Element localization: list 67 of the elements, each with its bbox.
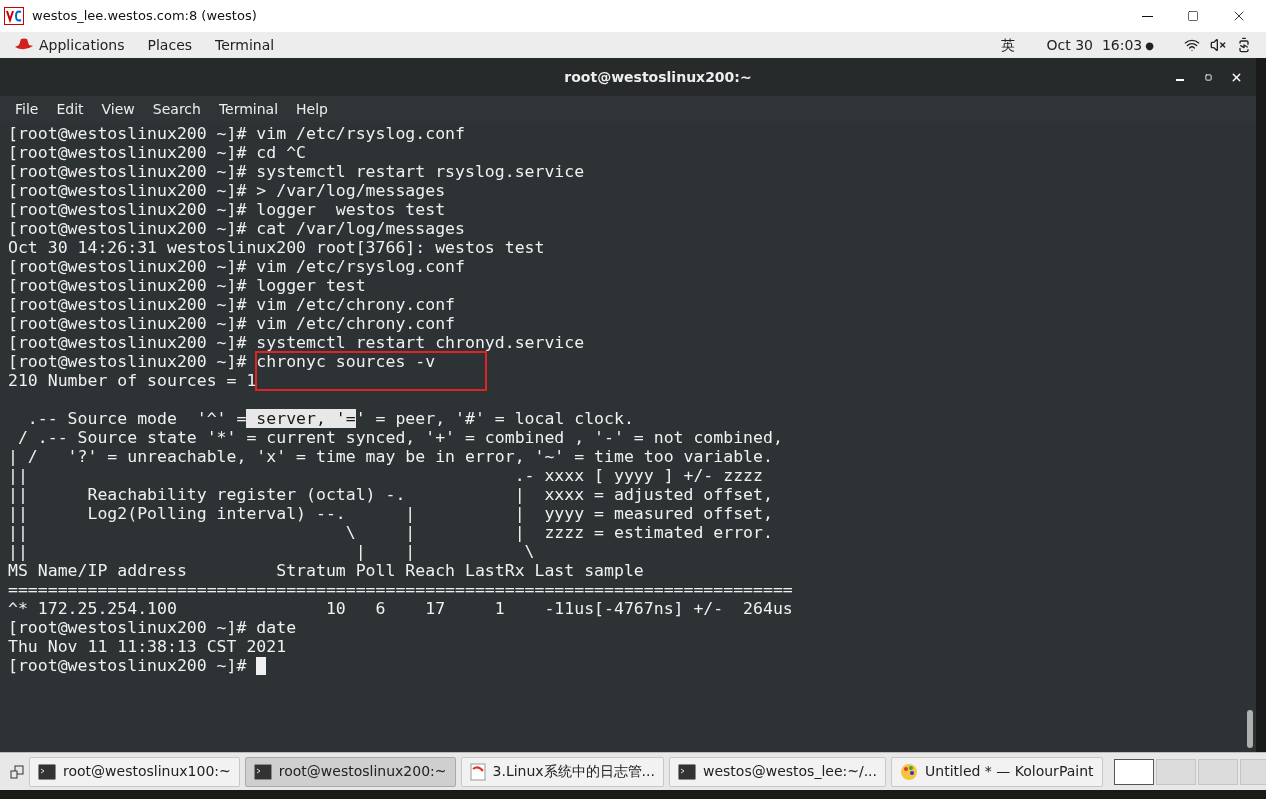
terminal-line: || Log2(Polling interval) --. | | yyyy = measured offset, <box>8 504 773 523</box>
scrollbar-thumb[interactable] <box>1247 710 1253 748</box>
top-bar-menu[interactable]: Places <box>147 34 193 56</box>
terminal-title: root@westoslinux200:~ <box>564 67 752 87</box>
terminal-line: [root@westoslinux200 ~]# date <box>8 618 297 637</box>
terminal-line: [root@westoslinux200 ~]# logger westos test <box>8 200 446 219</box>
terminal-line: || \ | | zzzz = estimated error. <box>8 523 773 542</box>
terminal-line: | / '?' = unreachable, 'x' = time may be in error, '~' = time too variable. <box>8 447 773 466</box>
terminal-line: Thu Nov 11 11:38:13 CST 2021 <box>8 637 287 656</box>
terminal-icon <box>38 763 56 780</box>
terminal-menu[interactable]: File <box>6 98 48 120</box>
terminal-icon <box>677 763 696 780</box>
taskbar-button[interactable]: westos@westos_lee:~/... <box>668 756 886 787</box>
hat-icon <box>14 38 34 52</box>
window-title: westos_lee.westos.com:8 (westos) <box>32 7 257 26</box>
taskbar-button[interactable]: root@westoslinux100:~ <box>29 756 240 787</box>
terminal-menu[interactable]: View <box>92 98 144 120</box>
taskbar-button[interactable]: Untitled * — KolourPaint <box>891 756 1103 787</box>
workspace-switcher[interactable] <box>1155 758 1196 785</box>
terminal-line: [root@westoslinux200 ~]# systemctl restart rsyslog.service <box>8 162 585 181</box>
terminal-line: [root@westoslinux200 ~]# cat /var/log/messages <box>8 219 465 238</box>
maximize-icon <box>1204 73 1212 81</box>
clock[interactable]: Oct 30 16:03 <box>1046 34 1143 56</box>
terminal-line: Oct 30 14:26:31 westoslinux200 root[3766]: westos test <box>8 238 545 257</box>
terminal-line: MS Name/IP address Stratum Poll Reach LastRx Last sample <box>8 561 644 580</box>
palette-icon <box>900 762 918 781</box>
minimize-icon <box>1176 79 1184 81</box>
terminal-line: / .-- Source state '*' = current synced, '+' = combined , '-' = not combined, <box>16 428 783 447</box>
input-method-indicator[interactable]: 英 <box>1000 34 1015 56</box>
taskbar-button[interactable]: root@westoslinux200:~ <box>244 756 456 787</box>
terminal-menu[interactable]: Edit <box>47 98 93 120</box>
terminal-line: || | | \ <box>8 542 535 561</box>
terminal-line: [root@westoslinux200 ~]# systemctl restart chronyd.service <box>8 333 585 352</box>
document-icon <box>469 762 486 781</box>
wifi-icon[interactable] <box>1184 37 1200 53</box>
app-icon <box>4 7 24 25</box>
top-bar-menu[interactable]: Applications <box>39 34 125 56</box>
workspace-switcher[interactable] <box>1113 758 1154 785</box>
notification-dot: ● <box>1145 38 1154 53</box>
workspace-switcher[interactable] <box>1197 758 1238 785</box>
terminal-line: [root@westoslinux200 ~]# vim /etc/chrony.conf <box>8 314 456 333</box>
terminal-menu[interactable]: Terminal <box>209 98 288 120</box>
terminal-line: [root@westoslinux200 ~]# <box>8 656 248 675</box>
terminal-menu[interactable]: Help <box>287 98 337 120</box>
terminal-line: [root@westoslinux200 ~]# cd ^C <box>8 143 306 162</box>
terminal-menu[interactable]: Search <box>143 98 210 120</box>
terminal-line: [root@westoslinux200 ~]# vim /etc/rsyslog.conf <box>8 124 465 143</box>
muted-volume-icon[interactable] <box>1210 37 1226 53</box>
terminal-line: [root@westoslinux200 ~]# vim /etc/chrony.conf <box>8 295 456 314</box>
taskbar-button[interactable]: 3.Linux系统中的日志管... <box>460 756 664 787</box>
terminal-line: || .- xxxx [ yyyy ] +/- zzzz <box>8 466 763 485</box>
terminal-line: [root@westoslinux200 ~]# > /var/log/messages <box>8 181 446 200</box>
top-bar-menu[interactable]: Terminal <box>215 34 275 56</box>
terminal-line: 210 Number of sources = 1 <box>8 371 257 390</box>
terminal-line: || Reachability register (octal) -. | xxxx = adjusted offset, <box>8 485 773 504</box>
terminal-icon <box>253 763 272 780</box>
battery-icon[interactable] <box>1236 37 1252 53</box>
minimize-icon <box>1141 15 1153 17</box>
terminal-line: [root@westoslinux200 ~]# chronyc sources -v <box>8 352 436 371</box>
workspace-switcher[interactable] <box>1239 758 1266 785</box>
maximize-icon <box>1187 10 1199 22</box>
windows-icon <box>10 764 24 779</box>
terminal-line: ^* 172.25.254.100 10 6 17 1 -11us[-4767ns] +/- 264us <box>8 599 793 618</box>
terminal-line: [root@westoslinux200 ~]# logger test <box>8 276 366 295</box>
terminal-line: [root@westoslinux200 ~]# vim /etc/rsyslog.conf <box>8 257 465 276</box>
terminal-line: =============================================================================== <box>8 580 793 599</box>
terminal-line: .-- Source mode '^' = server, '=' = peer, '#' = local clock. <box>26 409 634 428</box>
